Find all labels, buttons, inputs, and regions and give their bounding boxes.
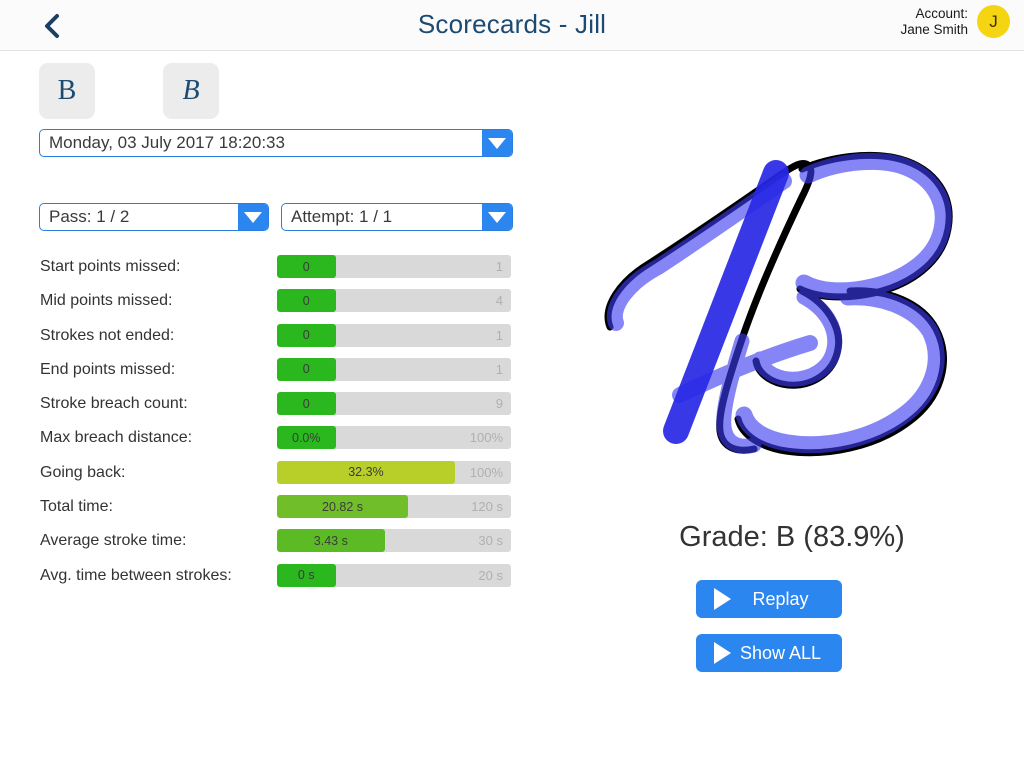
account-label: Account: (915, 5, 968, 21)
metric-value: 32.3% (348, 465, 384, 480)
metric-row: Max breach distance: 0.0% 100% (0, 424, 560, 458)
replay-button[interactable]: Replay (696, 580, 842, 618)
metric-bar: 04 (277, 289, 511, 313)
metric-row: Strokes not ended: 0 1 (0, 322, 560, 356)
metric-label: Stroke breach count: (40, 395, 188, 413)
metric-max: 1 (495, 361, 503, 377)
metric-value: 0 (302, 293, 310, 308)
metric-row: Going back: 32.3% 100% (0, 459, 560, 493)
metric-max: 100% (469, 464, 503, 480)
metrics-list: Start points missed: 0 1 Mid points missed:… (0, 253, 560, 596)
pass-select[interactable]: Pass: 1 / 2 (39, 203, 269, 231)
metric-bar: 20.82 s 120 s (277, 495, 511, 519)
metric-max: 100% (469, 430, 503, 446)
chevron-down-icon[interactable] (482, 130, 512, 156)
metric-row: Mid points missed: 0 4 (0, 287, 560, 321)
metric-bar: 32.3% 100% (277, 460, 511, 484)
letter-tab-upright[interactable]: B (39, 63, 95, 119)
metric-value: 3.43 s (313, 533, 348, 548)
metric-row: End points missed: 0 1 (0, 356, 560, 390)
show-all-button[interactable]: Show ALL (696, 634, 842, 672)
account-name: Jane Smith (900, 21, 968, 37)
metric-max: 30 s (478, 533, 503, 549)
metric-max: 1 (495, 259, 503, 274)
metric-bar: 3.43 s 30 s (277, 529, 511, 553)
metric-value: 0 (302, 259, 310, 274)
metric-label: Max breach distance: (40, 429, 193, 447)
metric-value: 0 (302, 396, 310, 411)
chevron-down-icon[interactable] (238, 204, 268, 230)
cursive-letter-b-tracing (580, 131, 1000, 501)
letter-tabs: B B (39, 63, 219, 119)
metric-row: Total time: 20.82 s 120 s (0, 493, 560, 527)
metric-label: Total time: (40, 498, 113, 516)
metric-row: Avg. time between strokes: 0 s 20 s (0, 562, 560, 596)
metric-max: 120 s (471, 499, 503, 515)
date-select[interactable]: Monday, 03 July 2017 18:20:33 (39, 129, 513, 157)
attempt-select[interactable]: Attempt: 1 / 1 (281, 203, 513, 231)
account-block[interactable]: Account: Jane Smith J (900, 5, 1010, 38)
metric-bar: 0 s 20 s (277, 563, 511, 587)
play-triangle-icon (714, 642, 731, 664)
replay-button-label: Replay (752, 588, 809, 609)
metric-bar: 01 (277, 255, 511, 278)
metric-max: 1 (495, 327, 503, 343)
metric-max: 9 (495, 396, 503, 412)
date-select-value: Monday, 03 July 2017 18:20:33 (49, 133, 285, 152)
grade-text: Grade: B (83.9%) (679, 521, 905, 553)
metric-row: Start points missed: 0 1 (0, 253, 560, 287)
metric-label: Going back: (40, 463, 126, 481)
metric-bar: 01 (277, 357, 511, 381)
pass-select-value: Pass: 1 / 2 (49, 207, 130, 226)
metric-value: 0 (302, 328, 310, 343)
account-text: Account: Jane Smith (900, 6, 968, 38)
letter-tab-italic[interactable]: B (163, 63, 219, 119)
left-panel: B B Monday, 03 July 2017 18:20:33 Pass: … (0, 51, 560, 768)
metric-row: Average stroke time: 3.43 s 30 s (0, 527, 560, 561)
play-triangle-icon (714, 588, 731, 610)
metric-label: Average stroke time: (40, 532, 187, 550)
avatar[interactable]: J (977, 5, 1010, 38)
metric-label: Avg. time between strokes: (40, 566, 232, 584)
metric-bar: 09 (277, 392, 511, 416)
metric-row: Stroke breach count: 0 9 (0, 390, 560, 424)
metric-bar: 0.0% 100% (277, 426, 511, 450)
show-all-button-label: Show ALL (739, 642, 822, 663)
metric-label: End points missed: (40, 360, 176, 378)
metric-value: 0 s (297, 568, 315, 583)
metric-value: 20.82 s (322, 499, 364, 514)
metric-value: 0 (302, 362, 310, 377)
page-title: Scorecards - Jill (417, 9, 607, 39)
metric-max: 4 (495, 293, 503, 309)
chevron-down-icon[interactable] (482, 204, 512, 230)
metric-value: 0.0% (292, 430, 321, 445)
app-header: Scorecards - Jill Account: Jane Smith J (0, 0, 1024, 51)
metric-bar: 01 (277, 323, 511, 347)
right-panel: Grade: B (83.9%) Replay Show ALL (560, 51, 1024, 768)
metric-label: Mid points missed: (40, 292, 173, 310)
metric-label: Start points missed: (40, 258, 181, 275)
metric-label: Strokes not ended: (40, 326, 175, 344)
metric-max: 20 s (478, 567, 503, 583)
attempt-select-value: Attempt: 1 / 1 (291, 207, 393, 226)
